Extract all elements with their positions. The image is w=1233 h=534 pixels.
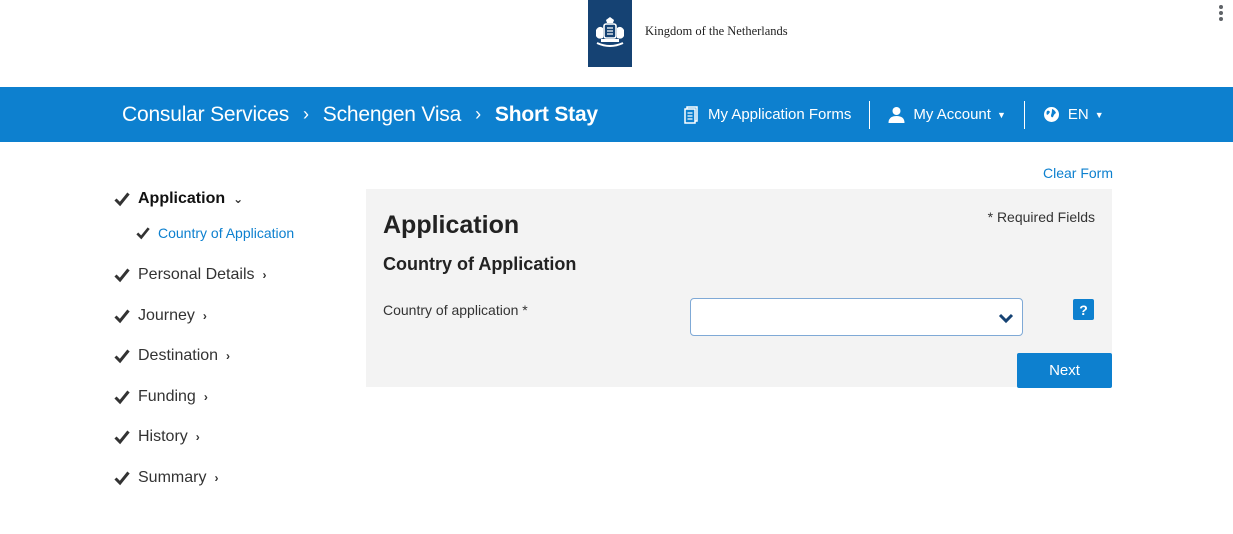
sidebar-step-funding[interactable]: Funding ›: [114, 388, 208, 406]
coat-of-arms-logo[interactable]: [588, 0, 632, 67]
sidebar-step-application[interactable]: Application ⌄: [114, 190, 243, 208]
chevron-right-icon: ›: [214, 471, 219, 485]
nav-divider: [869, 100, 871, 129]
caret-down-icon: ▼: [1094, 109, 1104, 120]
clear-form-link[interactable]: Clear Form: [1043, 165, 1113, 181]
sidebar-step-personal-details[interactable]: Personal Details ›: [114, 266, 267, 284]
sidebar-step-label: Funding: [138, 388, 196, 405]
chevron-right-icon: ›: [262, 268, 267, 282]
coat-of-arms-icon: [596, 16, 624, 47]
sidebar-step-journey[interactable]: Journey ›: [114, 307, 207, 325]
country-of-application-label: Country of application *: [383, 302, 528, 318]
check-icon: [114, 390, 130, 405]
section-title: Country of Application: [383, 254, 577, 274]
form-title: Application: [383, 211, 520, 239]
next-button[interactable]: Next: [1017, 353, 1112, 388]
check-icon: [114, 471, 130, 486]
application-form-panel: Application * Required Fields Country of…: [366, 189, 1112, 388]
document-icon: [684, 105, 698, 124]
breadcrumb: Consular Services › Schengen Visa › Shor…: [122, 87, 598, 142]
sidebar-step-label: Personal Details: [138, 266, 255, 283]
breadcrumb-separator-icon: ›: [475, 104, 481, 124]
chevron-right-icon: ›: [226, 349, 231, 363]
breadcrumb-schengen-visa[interactable]: Schengen Visa: [323, 103, 461, 127]
check-icon: [114, 268, 130, 283]
main-navbar: Consular Services › Schengen Visa › Shor…: [0, 87, 1233, 142]
check-icon: [114, 309, 130, 324]
chevron-right-icon: ›: [195, 430, 200, 444]
kebab-dot: [1219, 5, 1223, 9]
my-account-dropdown[interactable]: My Account ▼: [888, 106, 1006, 123]
nav-divider: [1023, 100, 1025, 129]
kebab-dot: [1219, 11, 1223, 15]
sidebar-step-label: Journey: [138, 307, 195, 324]
chevron-right-icon: ›: [202, 309, 207, 323]
kebab-menu-icon[interactable]: [1214, 2, 1228, 24]
check-icon: [114, 430, 130, 445]
globe-icon: [1043, 107, 1059, 122]
sidebar-step-history[interactable]: History ›: [114, 428, 200, 446]
my-application-forms-link[interactable]: My Application Forms: [684, 105, 852, 124]
sidebar-substep-country-of-application[interactable]: Country of Application: [136, 225, 294, 241]
user-icon: [888, 107, 905, 123]
sidebar-substep-label: Country of Application: [158, 225, 295, 241]
breadcrumb-consular-services[interactable]: Consular Services: [122, 103, 289, 127]
sidebar-step-label: Summary: [138, 469, 207, 486]
sidebar-step-destination[interactable]: Destination ›: [114, 347, 230, 365]
chevron-down-icon: [998, 313, 1014, 324]
my-account-label: My Account: [913, 106, 991, 123]
breadcrumb-separator-icon: ›: [303, 104, 309, 124]
sidebar-step-label: History: [138, 428, 188, 445]
required-fields-note: * Required Fields: [987, 209, 1095, 225]
check-icon: [136, 227, 150, 240]
top-header: Kingdom of the Netherlands: [0, 0, 1233, 87]
breadcrumb-short-stay: Short Stay: [494, 102, 598, 126]
language-label: EN: [1067, 106, 1089, 123]
sidebar-step-label: Application: [138, 190, 226, 207]
my-application-forms-label: My Application Forms: [708, 106, 852, 123]
chevron-right-icon: ›: [203, 390, 208, 404]
government-title: Kingdom of the Netherlands: [645, 24, 788, 38]
nav-links: My Application Forms My Account ▼ EN ▼: [684, 87, 1104, 142]
sidebar-step-label: Destination: [138, 347, 219, 364]
check-icon: [114, 349, 130, 364]
sidebar-step-summary[interactable]: Summary ›: [114, 469, 218, 487]
chevron-down-icon: ⌄: [233, 192, 244, 206]
country-of-application-select[interactable]: [690, 298, 1023, 336]
caret-down-icon: ▼: [996, 109, 1006, 120]
check-icon: [114, 192, 130, 207]
language-dropdown[interactable]: EN ▼: [1043, 106, 1104, 123]
kebab-dot: [1219, 17, 1223, 21]
help-icon[interactable]: ?: [1073, 299, 1094, 320]
